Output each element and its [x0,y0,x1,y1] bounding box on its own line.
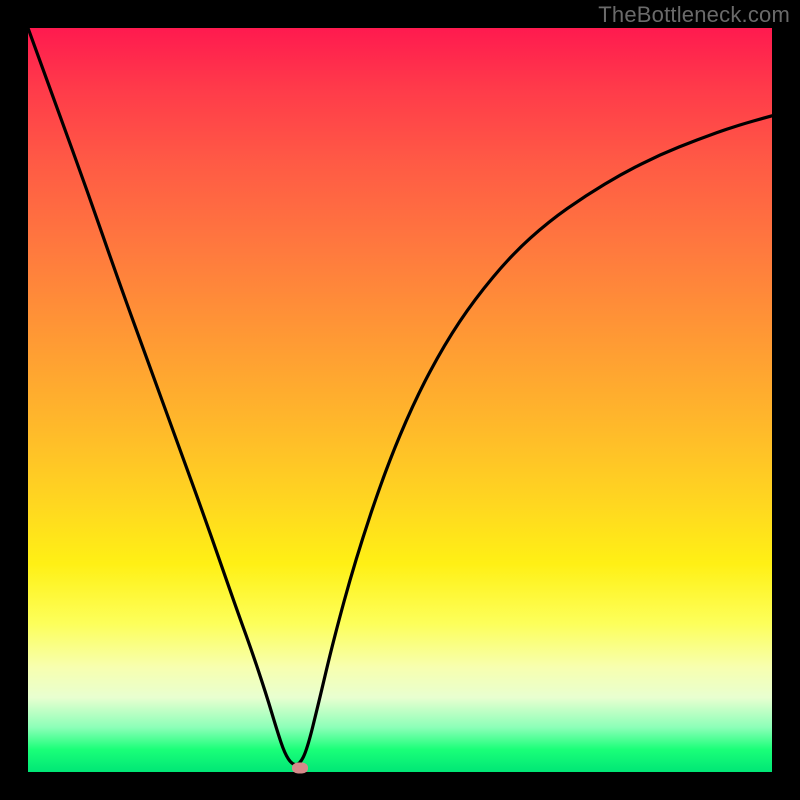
optimum-marker [292,763,308,774]
curve-svg [28,28,772,772]
chart-plot-area [28,28,772,772]
bottleneck-curve [28,28,772,765]
watermark-text: TheBottleneck.com [598,2,790,28]
chart-frame: TheBottleneck.com [0,0,800,800]
